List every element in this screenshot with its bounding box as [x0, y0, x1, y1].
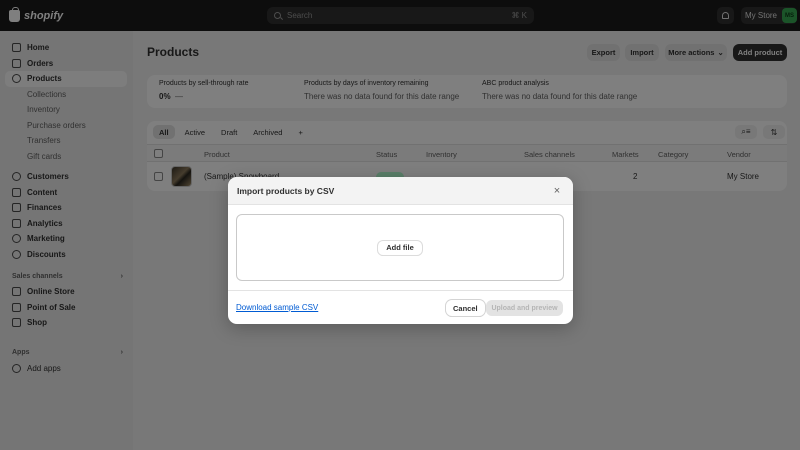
modal-header: Import products by CSV — [228, 177, 573, 205]
modal-footer: Download sample CSV Cancel Upload and pr… — [228, 290, 573, 324]
import-csv-modal: Import products by CSV × Add file Downlo… — [228, 177, 573, 324]
download-sample-csv-link[interactable]: Download sample CSV — [236, 303, 318, 312]
add-file-button[interactable]: Add file — [378, 240, 422, 255]
close-icon[interactable]: × — [551, 185, 563, 197]
cancel-button[interactable]: Cancel — [446, 300, 485, 316]
file-dropzone[interactable]: Add file — [236, 214, 564, 281]
modal-title: Import products by CSV — [237, 185, 335, 196]
upload-and-preview-button[interactable]: Upload and preview — [486, 300, 563, 316]
